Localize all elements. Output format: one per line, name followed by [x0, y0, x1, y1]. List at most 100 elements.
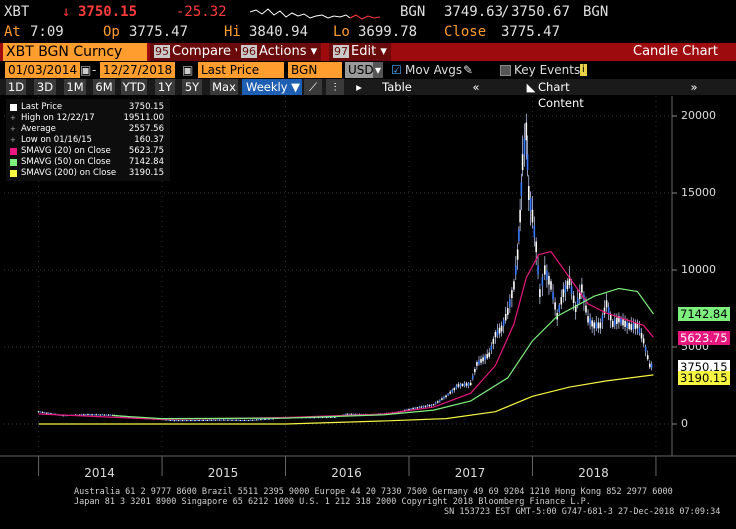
compare-button[interactable]: 95Compare ▾ — [150, 43, 246, 61]
price-candle — [630, 324, 633, 330]
price-candle — [37, 411, 40, 413]
price-candle — [644, 346, 647, 352]
price-candle — [210, 419, 213, 421]
price-candle — [642, 338, 645, 344]
price-candle — [192, 420, 194, 422]
price-candle — [171, 420, 174, 422]
price-candle — [570, 286, 573, 295]
price-candle — [519, 209, 521, 223]
period-6m[interactable]: 6M — [93, 79, 115, 95]
price-candle — [511, 290, 513, 299]
price-candle — [346, 413, 349, 415]
footer-copyright: Japan 81 3 3201 8900 Singapore 65 6212 1… — [74, 497, 591, 507]
price-candle — [478, 360, 480, 365]
edit-button[interactable]: 97 Edit ▾ — [329, 43, 391, 61]
price-candle — [220, 419, 223, 421]
price-candle — [260, 419, 262, 421]
price-candle — [451, 389, 454, 392]
y-tick-label: 0 — [681, 417, 688, 430]
period-1y[interactable]: 1Y — [155, 79, 175, 95]
price-candle — [564, 284, 567, 294]
end-date-field[interactable]: 12/27/2018 — [100, 62, 176, 78]
price-candle — [589, 318, 591, 325]
price-candle — [91, 414, 93, 416]
info-icon[interactable]: i — [580, 64, 587, 76]
price-candle — [482, 357, 484, 362]
price-candle — [533, 225, 536, 238]
chart-content-button[interactable]: Chart Content — [538, 79, 618, 110]
price-candle — [457, 384, 460, 387]
price-candle — [504, 314, 507, 321]
price-candle — [537, 265, 539, 275]
expand-right-icon[interactable]: » — [686, 79, 702, 95]
chart-legend[interactable]: Last Price 3750.15 + High on 12/22/17 1951… — [6, 99, 170, 181]
quote-source-2: BGN — [583, 4, 609, 20]
table-button[interactable]: Table — [374, 79, 420, 95]
period-ytd[interactable]: YTD — [121, 79, 147, 95]
field-select[interactable]: Last Price — [198, 62, 284, 78]
price-candle — [455, 386, 458, 389]
series-line-smavg-20- — [38, 250, 654, 420]
frequency-select[interactable]: Weekly ▼ — [242, 79, 302, 95]
price-candle — [408, 408, 410, 410]
price-candle — [105, 414, 108, 416]
key-events-checkbox[interactable] — [500, 65, 511, 76]
price-candle — [447, 393, 449, 396]
price-candle — [492, 338, 495, 344]
price-candle — [476, 362, 478, 366]
price-candle — [48, 412, 50, 414]
price-candle — [546, 270, 548, 280]
price-candle — [422, 406, 425, 408]
period-3d[interactable]: 3D — [34, 79, 56, 95]
collapse-icon[interactable]: « — [468, 79, 484, 95]
price-candle — [496, 329, 499, 336]
sparkline-icon — [250, 8, 380, 20]
series-line-smavg-50- — [112, 287, 654, 420]
source-field[interactable]: BGN — [288, 62, 342, 78]
price-candle — [616, 317, 618, 324]
price-candle — [89, 414, 91, 416]
pencil-icon[interactable]: ✎ — [463, 62, 473, 78]
price-candle — [453, 388, 456, 391]
low-label: Lo — [333, 24, 350, 40]
period-5y[interactable]: 5Y — [182, 79, 202, 95]
price-candle — [558, 305, 561, 312]
calendar-icon-2[interactable]: ▣ — [182, 62, 193, 78]
price-candle — [513, 281, 515, 290]
mov-avgs-label[interactable]: Mov Avgs — [405, 62, 462, 78]
price-candle — [603, 307, 606, 315]
price-candle — [414, 407, 416, 409]
period-1d[interactable]: 1D — [6, 79, 26, 95]
price-candle — [486, 354, 488, 359]
actions-button[interactable]: 96 Actions ▾ — [237, 43, 322, 61]
mov-avgs-checkbox[interactable]: ☑ — [391, 62, 402, 78]
price-candle — [181, 420, 184, 422]
calendar-icon[interactable]: ▣ — [80, 62, 91, 78]
price-candle — [428, 404, 431, 407]
price-candle — [585, 305, 587, 313]
currency-dropdown-icon[interactable]: ▾ — [373, 62, 384, 78]
bid-price: 3749.63 — [444, 4, 504, 20]
price-candle — [194, 420, 196, 422]
legend-row: Last Price 3750.15 — [10, 102, 168, 112]
price-candle — [348, 413, 351, 415]
price-candle — [593, 322, 596, 329]
price-candle — [591, 320, 593, 327]
candle-icon[interactable]: ⫶ — [326, 79, 344, 95]
expand-left-icon[interactable]: ▸ — [350, 79, 368, 95]
line-chart-icon[interactable]: ⟋ — [304, 79, 322, 95]
price-candle — [509, 299, 511, 307]
start-date-field[interactable]: 01/03/2014 — [5, 62, 81, 78]
period-1m[interactable]: 1M — [64, 79, 86, 95]
price-candle — [410, 408, 412, 410]
price-candle — [235, 419, 237, 421]
period-max[interactable]: Max — [210, 79, 238, 95]
key-events-label[interactable]: Key Events — [514, 62, 580, 78]
content-icon[interactable]: ◣ — [524, 79, 538, 95]
price-candle — [516, 249, 519, 260]
price-candle — [251, 419, 254, 421]
legend-row: SMAVG (20) on Close 5623.75 — [10, 146, 168, 156]
security-field[interactable]: XBT BGN Curncy — [3, 43, 147, 61]
price-candle — [196, 420, 198, 422]
legend-row: SMAVG (200) on Close 3190.15 — [10, 168, 168, 178]
